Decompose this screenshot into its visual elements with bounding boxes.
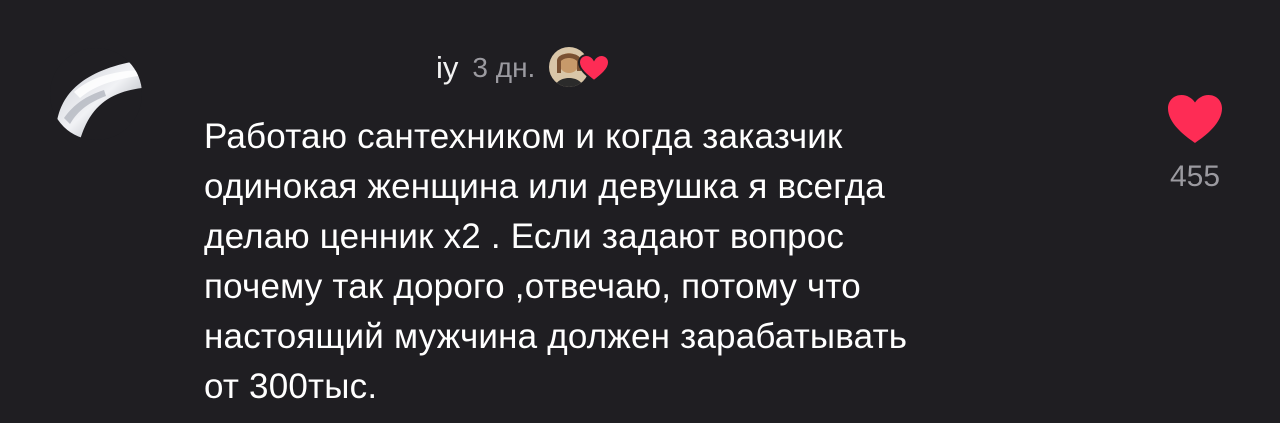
- timestamp: 3 дн.: [472, 52, 536, 83]
- comment-item: iy 3 дн. Работаю сантехником и когда зак…: [0, 0, 1280, 423]
- comment-meta: iy 3 дн.: [436, 42, 611, 94]
- user-avatar[interactable]: [50, 48, 142, 140]
- like-count: 455: [1169, 160, 1221, 193]
- avatar-image: [50, 48, 142, 140]
- heart-icon: [1168, 95, 1222, 143]
- creator-liked-heart-icon: [578, 53, 611, 83]
- like-button[interactable]: [1166, 93, 1224, 145]
- comment-text: Работаю сантехником и когда заказчик оди…: [204, 117, 908, 406]
- creator-liked-badge: [547, 43, 611, 93]
- username[interactable]: iy: [436, 50, 458, 86]
